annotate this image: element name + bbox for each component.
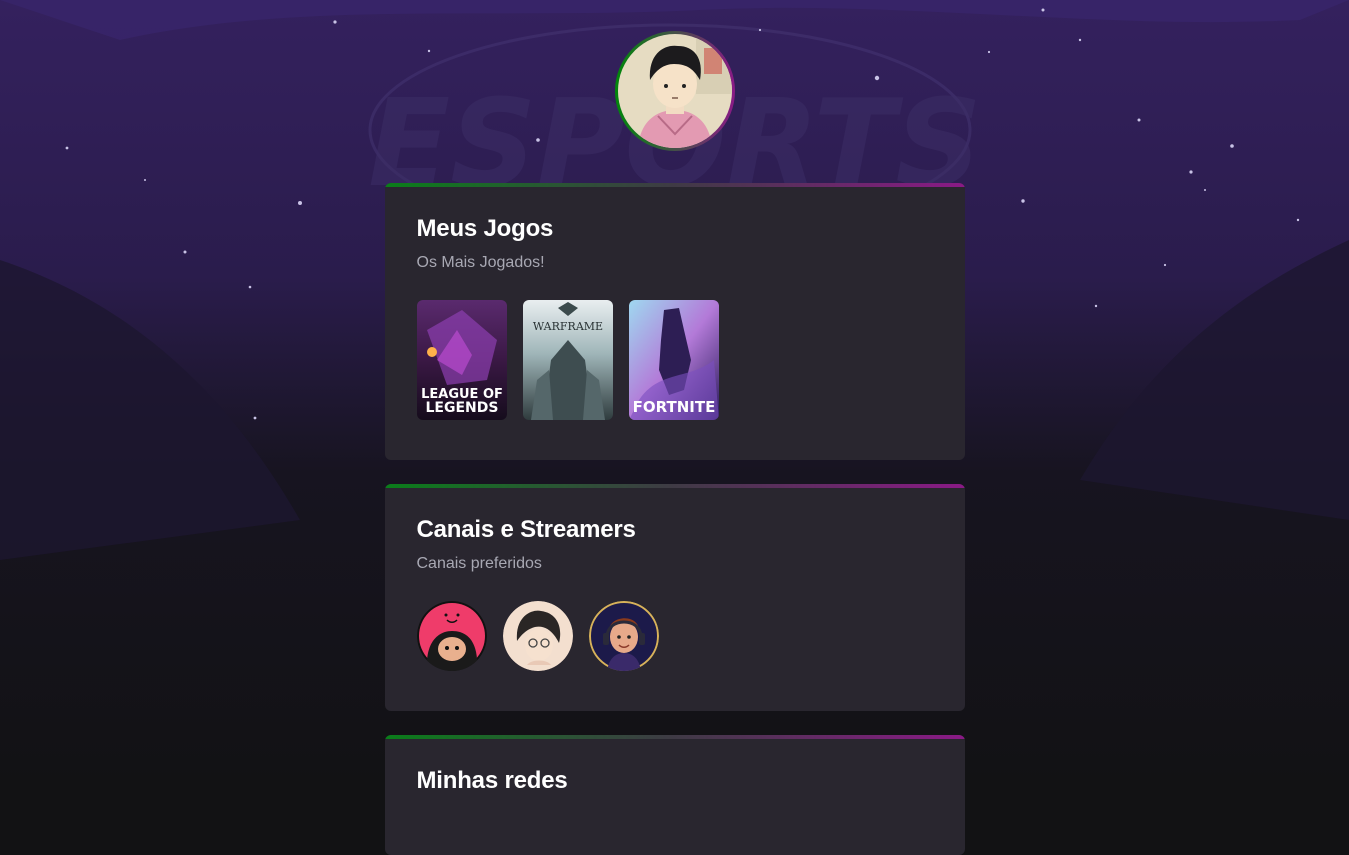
fortnite-logo: FORTNITE — [632, 398, 715, 416]
warframe-logo: WARFRAME — [532, 320, 602, 333]
streamers-subtitle: Canais preferidos — [416, 555, 542, 572]
game-cover-fortnite[interactable]: FORTNITE — [628, 300, 719, 420]
games-subtitle: Os Mais Jogados! — [416, 254, 545, 271]
streamers-card: Canais e Streamers Canais preferidos — [384, 484, 965, 711]
streamer-avatar-pink-icon[interactable] — [416, 601, 487, 671]
social-title: Minhas redes — [416, 767, 568, 794]
streamers-title: Canais e Streamers — [416, 516, 636, 543]
profile-avatar-ring — [614, 31, 735, 151]
games-title: Meus Jogos — [416, 215, 554, 242]
games-card: Meus Jogos Os Mais Jogados! LEAGUE OF LE… — [384, 183, 965, 460]
page-container: Meus Jogos Os Mais Jogados! LEAGUE OF LE… — [384, 0, 965, 855]
streamer-avatar-glasses-icon[interactable] — [502, 601, 573, 671]
profile-avatar-icon[interactable] — [617, 34, 732, 148]
game-cover-league-of-legends[interactable]: LEAGUE OF LEGENDS — [416, 300, 507, 420]
social-card: Minhas redes — [384, 735, 965, 855]
games-list: LEAGUE OF LEGENDS WARFRAME FORTNITE — [416, 300, 933, 420]
lol-logo-line2: LEGENDS — [425, 400, 498, 416]
streamers-list — [416, 601, 933, 671]
streamer-avatar-headset-icon[interactable] — [588, 601, 659, 671]
game-cover-warframe[interactable]: WARFRAME — [522, 300, 613, 420]
